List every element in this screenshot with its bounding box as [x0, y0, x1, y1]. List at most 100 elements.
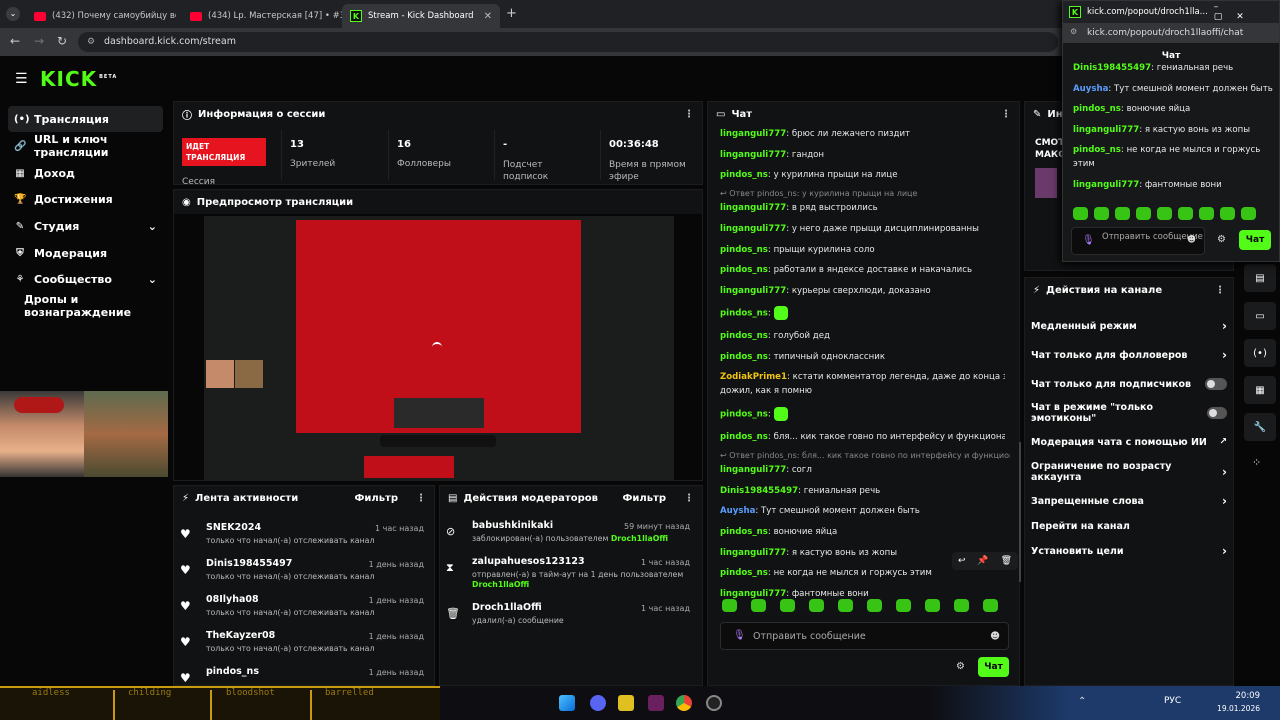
emote-icon[interactable] — [867, 599, 882, 612]
sidebar-item-community[interactable]: ⚘ Сообщество ⌄ — [8, 266, 163, 292]
microphone-icon[interactable]: 🎙 — [733, 630, 746, 641]
forward-icon[interactable]: → — [34, 34, 44, 48]
site-info-icon[interactable]: ⚙ — [87, 32, 95, 52]
chat-message[interactable]: linganguli777: гандон — [720, 150, 1005, 160]
emote-icon[interactable] — [722, 599, 737, 612]
trash-icon[interactable]: 🗑 — [1001, 556, 1012, 566]
emote-icon[interactable] — [925, 599, 940, 612]
chat-message[interactable]: pindos_ns: бля... кик такое говно по инт… — [720, 432, 1005, 442]
chrome-icon[interactable] — [676, 695, 692, 711]
tab-search-icon[interactable]: ⌄ — [6, 7, 20, 21]
chat-username[interactable]: pindos_ns — [720, 432, 768, 442]
quick-action-button[interactable]: ▦ — [1244, 376, 1276, 404]
browser-tab[interactable]: (434) Lp. Мастерская [47] • #3... ✕ — [182, 4, 342, 28]
emote-icon[interactable] — [983, 599, 998, 612]
emote-icon[interactable] — [1115, 207, 1130, 220]
toggle-switch[interactable] — [1206, 407, 1227, 419]
emote-icon[interactable] — [780, 599, 795, 612]
quick-action-button[interactable]: 🔧 — [1244, 413, 1276, 441]
new-tab-icon[interactable]: + — [506, 6, 517, 21]
chat-message[interactable]: Dinis198455497: гениальная речь — [720, 486, 1005, 496]
filter-button[interactable]: Фильтр — [354, 493, 398, 504]
chat-message[interactable]: pindos_ns: вонючие яйца — [720, 527, 1005, 537]
action-slow-mode[interactable]: Медленный режим › — [1031, 319, 1227, 333]
reply-icon[interactable]: ↩ — [958, 556, 966, 566]
emote-icon[interactable] — [1136, 207, 1151, 220]
sidebar-item-drops[interactable]: Дропы и вознаграждение — [18, 293, 173, 319]
sidebar-item-achievements[interactable]: 🏆 Достижения — [8, 186, 163, 212]
chat-username[interactable]: Dinis198455497 — [720, 486, 798, 496]
action-account-age[interactable]: Ограничение по возрасту аккаунта › — [1031, 461, 1227, 483]
scrollbar[interactable] — [1019, 442, 1021, 582]
chat-username[interactable]: linganguli777 — [720, 465, 786, 475]
microphone-icon[interactable]: 🎙 — [1082, 235, 1095, 246]
more-icon[interactable]: ⋮ — [1215, 285, 1225, 296]
chat-message[interactable]: linganguli777: фантомные вони — [720, 589, 1005, 599]
chat-username[interactable]: linganguli777 — [1073, 125, 1139, 135]
emote-icon[interactable] — [1073, 207, 1088, 220]
emoji-icon[interactable]: ☻ — [1187, 235, 1196, 246]
chat-username[interactable]: pindos_ns — [1073, 104, 1121, 114]
chat-username[interactable]: linganguli777 — [720, 589, 786, 599]
chat-message[interactable]: pindos_ns: типичный одноклассник — [720, 352, 1005, 362]
chat-username[interactable]: pindos_ns — [1073, 145, 1121, 155]
popup-chat-input[interactable]: 🎙 Отправить сообщение ☻ — [1071, 227, 1205, 255]
chat-username[interactable]: linganguli777 — [720, 548, 786, 558]
chat-username[interactable]: linganguli777 — [720, 286, 786, 296]
language-indicator[interactable]: РУС — [1164, 696, 1181, 706]
chat-message[interactable]: Auysha: Тут смешной момент должен быть — [720, 506, 1005, 516]
action-go-to-channel[interactable]: Перейти на канал — [1031, 519, 1227, 533]
sidebar-item-url-key[interactable]: 🔗 URL и ключ трансляции — [8, 133, 163, 159]
emote-icon[interactable] — [809, 599, 824, 612]
chat-username[interactable]: linganguli777 — [720, 150, 786, 160]
sidebar-item-stream[interactable]: (•) Трансляция — [8, 106, 163, 132]
chat-message[interactable]: linganguli777: я кастую вонь из жопы — [1073, 125, 1278, 135]
windows-start-icon[interactable] — [559, 695, 575, 711]
emote-icon[interactable] — [1241, 207, 1256, 220]
chat-send-button[interactable]: Чат — [978, 657, 1009, 677]
chat-input[interactable]: 🎙 Отправить сообщение ☻ — [720, 622, 1009, 650]
action-subscribers-only[interactable]: Чат только для подписчиков — [1031, 377, 1227, 391]
action-set-goals[interactable]: Установить цели › — [1031, 544, 1227, 558]
discord-icon[interactable] — [590, 695, 606, 711]
more-icon[interactable]: ⋮ — [684, 493, 694, 504]
emote-icon[interactable] — [1178, 207, 1193, 220]
chat-username[interactable]: pindos_ns — [720, 245, 768, 255]
chat-message[interactable]: linganguli777: у него даже прыщи дисципл… — [720, 224, 1005, 234]
filter-button[interactable]: Фильтр — [622, 493, 666, 504]
emote-icon[interactable] — [954, 599, 969, 612]
chat-username[interactable]: pindos_ns — [720, 170, 768, 180]
reload-icon[interactable]: ↻ — [57, 34, 67, 48]
dots-grid-icon[interactable]: ⁘ — [1252, 456, 1261, 469]
browser-tab-active[interactable]: K Stream - Kick Dashboard ✕ — [342, 4, 500, 28]
emote-icon[interactable] — [1157, 207, 1172, 220]
chat-username[interactable]: pindos_ns — [720, 265, 768, 275]
site-info-icon[interactable]: ⚙ — [1070, 27, 1077, 36]
chat-username[interactable]: linganguli777 — [720, 224, 786, 234]
chat-username[interactable]: pindos_ns — [720, 331, 768, 341]
back-icon[interactable]: ← — [10, 34, 20, 48]
sidebar-item-studio[interactable]: ✎ Студия ⌄ — [8, 213, 163, 239]
chat-message[interactable]: ZodiakPrime1: кстати комментатор легенда… — [720, 372, 1005, 382]
emote-icon[interactable] — [1199, 207, 1214, 220]
action-followers-only[interactable]: Чат только для фолловеров › — [1031, 348, 1227, 362]
stream-preview-video[interactable] — [204, 216, 674, 480]
action-ai-moderation[interactable]: Модерация чата с помощью ИИ ↗ — [1031, 435, 1227, 449]
chat-username[interactable]: pindos_ns — [720, 352, 768, 362]
settings-icon[interactable]: ⚙ — [956, 661, 965, 672]
popup-url-bar[interactable]: ⚙ kick.com/popout/droch1llaoffi/chat — [1063, 23, 1279, 43]
quick-action-button[interactable]: (•) — [1244, 339, 1276, 367]
action-banned-words[interactable]: Запрещенные слова › — [1031, 494, 1227, 508]
chat-username[interactable]: pindos_ns — [720, 527, 768, 537]
browser-tab[interactable]: (432) Почему самоубийцу все... ✕ — [26, 4, 176, 28]
chat-username[interactable]: linganguli777 — [1073, 180, 1139, 190]
app-icon[interactable] — [648, 695, 664, 711]
clock-time[interactable]: 20:09 — [1220, 691, 1261, 701]
emote-icon[interactable] — [1220, 207, 1235, 220]
chat-username[interactable]: Dinis198455497 — [1073, 63, 1151, 73]
chat-message[interactable]: linganguli777: курьеры сверхлюди, доказа… — [720, 286, 1005, 296]
chat-username[interactable]: ZodiakPrime1 — [720, 372, 787, 382]
chat-username[interactable]: pindos_ns — [720, 309, 768, 319]
chat-message[interactable]: Auysha: Тут смешной момент должен быть — [1073, 84, 1278, 94]
quick-action-button[interactable]: ▤ — [1244, 264, 1276, 292]
